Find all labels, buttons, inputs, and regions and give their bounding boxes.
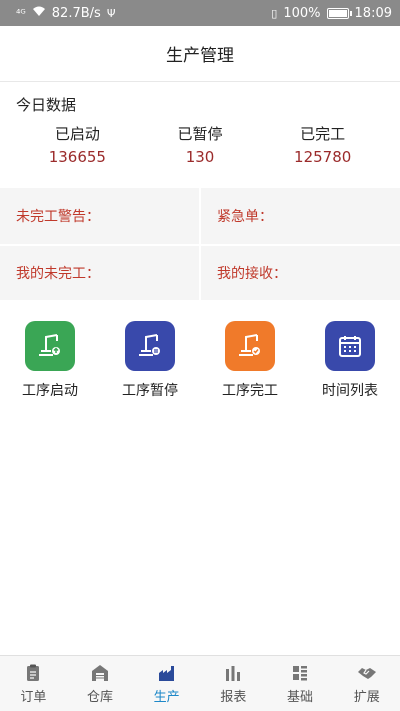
handshake-icon	[357, 667, 376, 679]
clock: 18:09	[354, 5, 392, 21]
wifi-icon	[32, 5, 46, 21]
tab-label: 报表	[220, 689, 247, 705]
stat-value: 125780	[294, 148, 352, 166]
battery-icon	[326, 7, 352, 19]
warehouse-icon	[92, 664, 108, 681]
unfinished-alert-cell[interactable]: 未完工警告：	[0, 188, 199, 244]
page-title: 生产管理	[0, 26, 400, 82]
tab-production[interactable]: 生产	[133, 656, 200, 711]
stat-started[interactable]: 已启动 136655	[16, 123, 139, 166]
tab-extensions[interactable]: 扩展	[333, 656, 400, 711]
tab-label: 基础	[287, 689, 314, 705]
my-received-cell[interactable]: 我的接收：	[199, 246, 400, 300]
signal-icon: ⁴ᴳ	[16, 6, 26, 20]
grid-list-icon	[293, 665, 308, 680]
action-label: 工序完工	[222, 383, 278, 399]
today-data-title: 今日数据	[16, 96, 77, 114]
process-start-button[interactable]: 工序启动	[0, 321, 100, 400]
stat-finished[interactable]: 已完工 125780	[261, 123, 384, 166]
status-bar: ⁴ᴳ 82.7B/s Ψ ▯ 100% 18:09	[0, 0, 400, 26]
action-label: 时间列表	[322, 383, 378, 399]
process-complete-button[interactable]: 工序完工	[200, 321, 300, 400]
action-label: 工序暂停	[122, 383, 178, 399]
stat-label: 已暂停	[177, 125, 223, 143]
today-stats: 已启动 136655 已暂停 130 已完工 125780	[16, 123, 384, 166]
stat-value: 130	[185, 148, 215, 166]
warning-grid: 未完工警告： 紧急单： 我的未完工： 我的接收：	[0, 188, 400, 300]
urgent-order-cell[interactable]: 紧急单：	[199, 188, 400, 244]
tab-label: 扩展	[353, 689, 380, 705]
battery-percent: 100%	[283, 5, 321, 21]
action-grid: 工序启动 工序暂停 工序完工 时间列表	[0, 300, 400, 400]
my-unfinished-cell[interactable]: 我的未完工：	[0, 246, 199, 300]
tab-warehouse[interactable]: 仓库	[67, 656, 134, 711]
action-label: 工序启动	[22, 383, 78, 399]
crane-pause-icon	[125, 321, 175, 371]
time-list-button[interactable]: 时间列表	[300, 321, 400, 400]
tab-label: 生产	[153, 689, 180, 705]
process-pause-button[interactable]: 工序暂停	[100, 321, 200, 400]
usb-icon: Ψ	[106, 6, 116, 20]
tab-orders[interactable]: 订单	[0, 656, 67, 711]
bottom-tab-bar: 订单 仓库 生产 报表 基础 扩展	[0, 655, 400, 711]
crane-done-icon	[225, 321, 275, 371]
tab-reports[interactable]: 报表	[200, 656, 267, 711]
bar-chart-icon	[226, 665, 241, 681]
tab-label: 仓库	[87, 689, 114, 705]
tab-basics[interactable]: 基础	[267, 656, 334, 711]
stat-label: 已完工	[300, 125, 346, 143]
vibrate-icon: ▯	[271, 6, 278, 20]
calendar-icon	[325, 321, 375, 371]
stat-paused[interactable]: 已暂停 130	[139, 123, 262, 166]
factory-icon	[158, 665, 174, 681]
stat-label: 已启动	[54, 125, 100, 143]
today-data-section: 今日数据 已启动 136655 已暂停 130 已完工 125780	[0, 82, 400, 188]
tab-label: 订单	[20, 689, 47, 705]
crane-start-icon	[25, 321, 75, 371]
clipboard-icon	[27, 664, 40, 681]
stat-value: 136655	[48, 148, 106, 166]
network-speed: 82.7B/s	[51, 5, 101, 21]
